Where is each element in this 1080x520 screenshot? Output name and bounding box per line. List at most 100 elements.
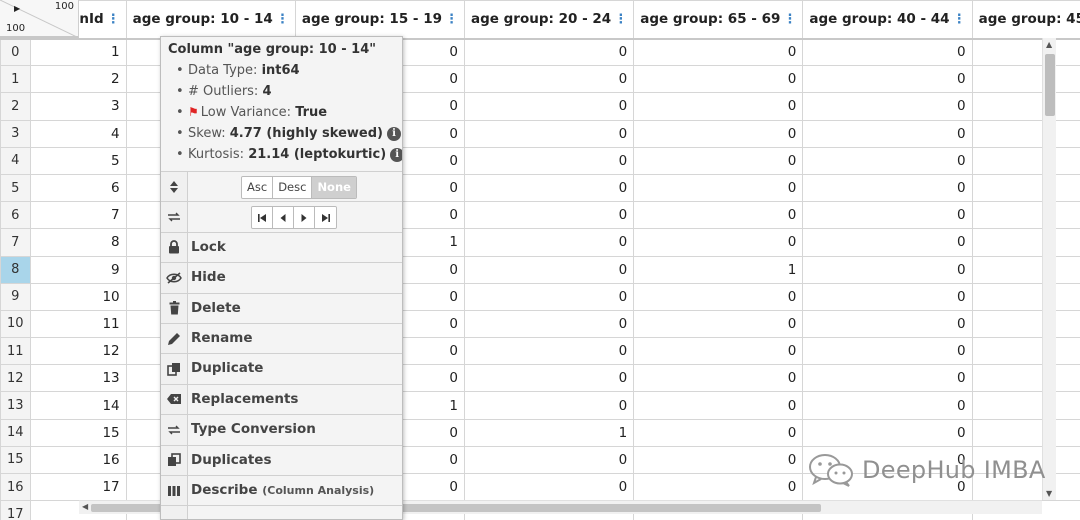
row-index[interactable]: 8 [0,255,31,284]
info-icon[interactable]: i [390,147,402,162]
row-index[interactable]: 0 [0,37,31,67]
table-cell[interactable]: 16 [29,445,127,475]
column-header[interactable]: age group: 20 - 24 ⋮ [464,0,635,40]
table-cell[interactable]: 0 [464,201,635,230]
column-header[interactable]: age group: 45 - 49⋮ [971,0,1080,40]
table-cell[interactable]: 0 [802,228,973,257]
table-cell[interactable]: 0 [633,337,804,366]
table-cell[interactable]: 11 [29,309,127,339]
row-index[interactable]: 12 [0,364,31,393]
table-cell[interactable]: 0 [802,309,973,339]
menu-item-rename[interactable]: Rename [161,322,402,354]
table-cell[interactable]: 0 [633,201,804,230]
move-right-button[interactable] [294,207,315,229]
table-cell[interactable]: 0 [633,37,804,67]
table-cell[interactable]: 9 [29,255,127,284]
table-cell[interactable]: 0 [971,201,1080,230]
table-cell[interactable]: 1 [464,418,635,447]
vertical-scrollbar[interactable]: ▲ ▼ [1042,38,1056,500]
menu-item-duplicate[interactable]: Duplicate [161,353,402,384]
table-cell[interactable]: 13 [29,364,127,393]
table-cell[interactable]: 0 [633,282,804,311]
vertical-scroll-thumb[interactable] [1045,54,1055,116]
table-cell[interactable]: 4 [29,119,127,148]
table-cell[interactable]: 0 [464,228,635,257]
info-icon[interactable]: i [386,126,401,141]
menu-item-partial[interactable] [161,505,402,519]
row-index[interactable]: 15 [0,445,31,475]
table-cell[interactable]: 0 [633,228,804,257]
row-index[interactable]: 9 [0,282,31,311]
table-cell[interactable]: 0 [802,364,973,393]
table-cell[interactable]: 1 [971,92,1080,121]
row-index[interactable]: 11 [0,337,31,366]
table-cell[interactable]: 0 [971,255,1080,284]
table-cell[interactable]: 0 [464,472,635,502]
table-cell[interactable]: 0 [802,391,973,420]
table-cell[interactable]: 0 [464,92,635,121]
column-header[interactable]: age group: 10 - 14 ⋮ [125,0,296,40]
table-cell[interactable]: 0 [802,337,973,366]
table-cell[interactable]: 7 [29,201,127,230]
table-cell[interactable]: 0 [971,391,1080,420]
table-cell[interactable]: 0 [464,364,635,393]
table-cell[interactable]: 0 [971,282,1080,311]
move-first-button[interactable] [252,207,273,229]
move-left-button[interactable] [273,207,294,229]
table-cell[interactable]: 0 [802,282,973,311]
table-cell[interactable]: 0 [802,92,973,121]
grid-corner[interactable]: ▶ 100 100 [0,0,79,38]
table-cell[interactable]: 0 [633,418,804,447]
table-cell[interactable]: 0 [971,65,1080,94]
row-index[interactable]: 16 [0,472,31,502]
row-index[interactable]: 17 [0,500,31,520]
table-cell[interactable]: 0 [633,391,804,420]
table-cell[interactable]: 0 [464,65,635,94]
table-cell[interactable]: 0 [971,309,1080,339]
row-index[interactable]: 4 [0,146,31,175]
row-index[interactable]: 3 [0,119,31,148]
table-cell[interactable]: 0 [464,282,635,311]
table-cell[interactable]: 14 [29,391,127,420]
column-menu-icon[interactable]: ⋮ [445,12,458,27]
table-cell[interactable]: 0 [633,309,804,339]
column-menu-icon[interactable]: ⋮ [953,12,966,27]
row-index[interactable]: 2 [0,92,31,121]
table-cell[interactable]: 0 [464,146,635,175]
table-cell[interactable]: 5 [29,146,127,175]
table-cell[interactable]: 0 [802,173,973,203]
table-cell[interactable]: 0 [633,65,804,94]
row-index[interactable]: 1 [0,65,31,94]
table-cell[interactable]: 1 [633,255,804,284]
menu-item-type-conversion[interactable]: Type Conversion [161,414,402,445]
table-cell[interactable]: 0 [802,255,973,284]
table-cell[interactable]: 1 [29,37,127,67]
table-cell[interactable]: 0 [971,146,1080,175]
sort-none-button[interactable]: None [312,177,356,198]
table-cell[interactable]: 0 [802,65,973,94]
table-cell[interactable]: 0 [971,228,1080,257]
table-cell[interactable]: 0 [464,309,635,339]
table-cell[interactable]: 0 [464,119,635,148]
table-cell[interactable]: 0 [971,119,1080,148]
scroll-up-icon[interactable]: ▲ [1046,40,1052,49]
table-cell[interactable]: 0 [633,92,804,121]
scroll-left-icon[interactable]: ◀ [82,502,88,511]
table-cell[interactable]: 8 [29,228,127,257]
table-cell[interactable]: 10 [29,282,127,311]
play-icon[interactable]: ▶ [14,4,20,13]
table-cell[interactable]: 0 [633,146,804,175]
table-cell[interactable]: 0 [971,364,1080,393]
scroll-down-icon[interactable]: ▼ [1046,489,1052,498]
table-cell[interactable]: 0 [633,364,804,393]
menu-item-lock[interactable]: Lock [161,231,402,263]
sort-asc-button[interactable]: Asc [242,177,274,198]
menu-item-replacements[interactable]: Replacements [161,383,402,415]
column-header[interactable]: age group: 15 - 19 ⋮ [294,0,466,40]
table-cell[interactable]: 17 [29,472,127,502]
table-cell[interactable]: 0 [802,37,973,67]
table-cell[interactable]: 3 [29,92,127,121]
row-index[interactable]: 7 [0,228,31,257]
table-cell[interactable]: 0 [971,37,1080,67]
table-cell[interactable]: 2 [29,65,127,94]
